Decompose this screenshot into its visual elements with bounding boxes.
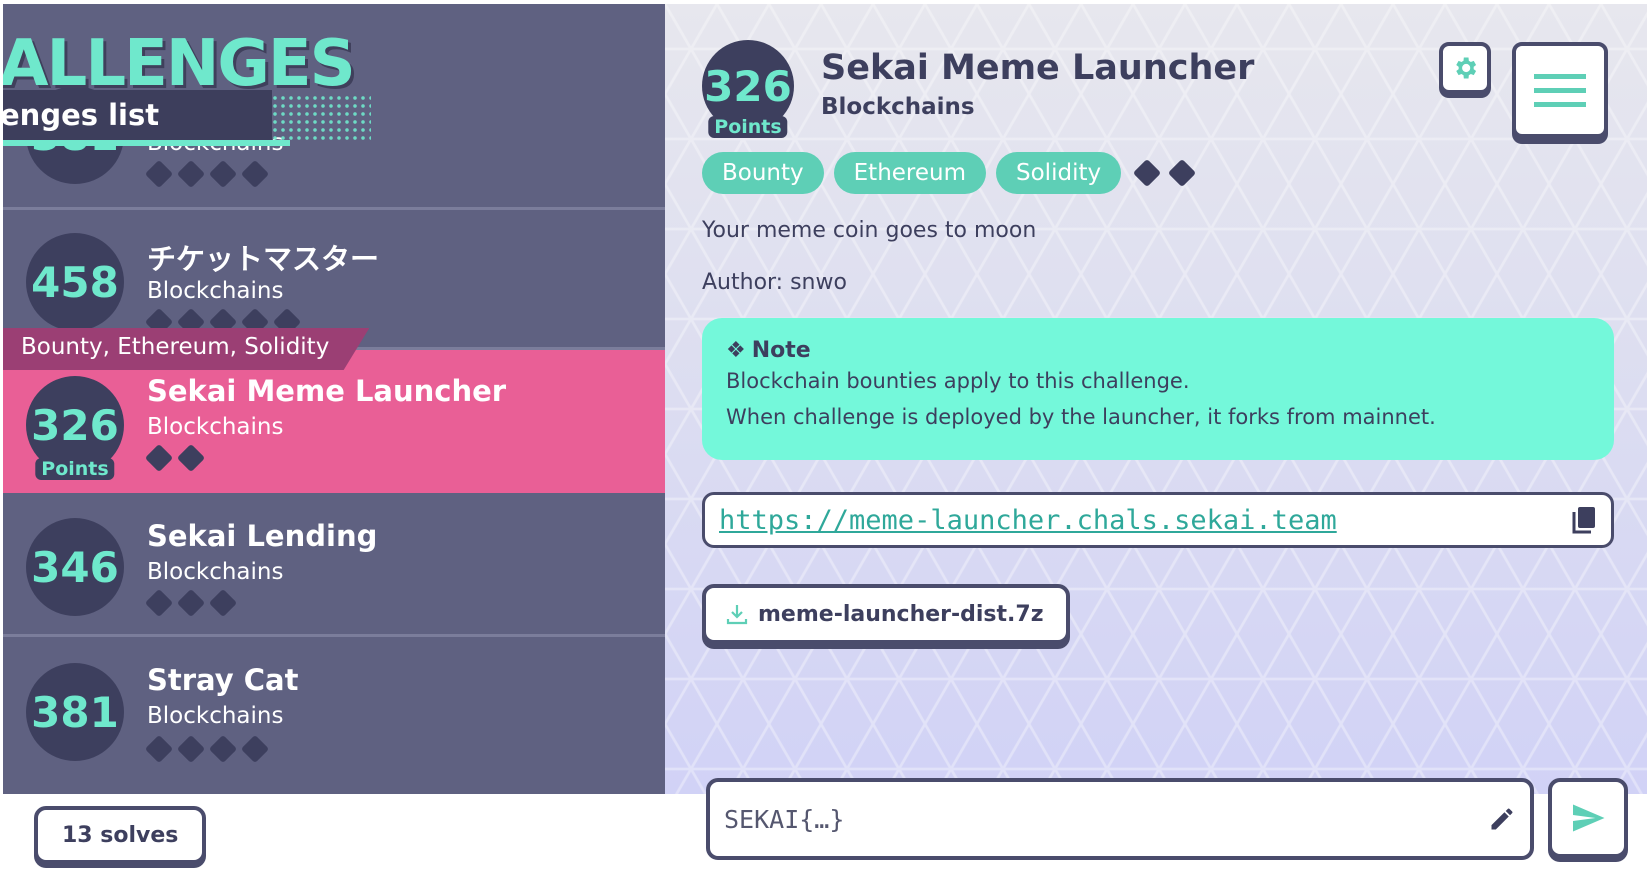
points-value: 381 [31, 687, 119, 737]
decorative-dots [271, 94, 371, 144]
challenge-category: Blockchains [147, 278, 284, 304]
points-circle: 381 [26, 663, 124, 761]
copy-icon [1572, 507, 1595, 534]
points-circle: 326 Points [26, 376, 124, 480]
flag-input[interactable] [724, 804, 1488, 834]
challenge-url-box: https://meme-launcher.chals.sekai.team [702, 492, 1614, 548]
challenge-category: Blockchains [147, 559, 284, 585]
tag-ethereum: Ethereum [833, 152, 987, 194]
difficulty-indicator [144, 588, 239, 618]
detail-title: Sekai Meme Launcher [821, 48, 1255, 88]
page-title: ALLENGES [3, 27, 356, 101]
difficulty-indicator [144, 159, 271, 189]
challenge-author: Author: snwo [702, 270, 847, 295]
detail-points-label: Points [708, 116, 788, 138]
note-line: Blockchain bounties apply to this challe… [726, 369, 1190, 393]
detail-points-value: 326 [704, 61, 792, 111]
challenge-description: Your meme coin goes to moon [702, 218, 1037, 243]
challenge-list-panel: 381 Blockchains ALLENGES enges list 458 … [3, 4, 665, 794]
submit-flag-button[interactable] [1548, 778, 1628, 858]
send-icon [1573, 804, 1605, 832]
points-value: 326 [31, 400, 119, 450]
note-title-text: Note [751, 338, 811, 363]
challenge-name: Stray Cat [147, 663, 299, 697]
challenge-url-link[interactable]: https://meme-launcher.chals.sekai.team [719, 505, 1337, 536]
points-circle: 346 [26, 518, 124, 616]
tag-bounty: Bounty [702, 152, 824, 194]
challenge-row-selected[interactable]: 326 Points Sekai Meme Launcher Blockchai… [3, 350, 665, 493]
challenge-category: Blockchains [147, 414, 284, 440]
difficulty-indicator [144, 443, 207, 473]
points-value: 458 [31, 257, 119, 307]
menu-icon [1534, 74, 1586, 107]
difficulty-indicator [144, 734, 271, 764]
challenge-name: Sekai Lending [147, 519, 378, 553]
copy-button[interactable] [1571, 505, 1597, 535]
points-label: Points [35, 458, 115, 480]
challenge-category: Blockchains [147, 703, 284, 729]
flag-input-box [706, 778, 1534, 860]
settings-button[interactable] [1439, 42, 1491, 94]
points-value: 346 [31, 542, 119, 592]
difficulty-diamond [1167, 158, 1197, 188]
gear-icon [1456, 57, 1477, 79]
page-subtitle: enges list [3, 90, 272, 140]
challenge-name: チケットマスター [147, 242, 380, 276]
tags-tooltip: Bounty, Ethereum, Solidity [3, 328, 370, 370]
challenge-detail-panel: 326 Points Sekai Meme Launcher Blockchai… [665, 4, 1647, 794]
menu-button[interactable] [1512, 42, 1608, 138]
tag-list: Bounty Ethereum Solidity [702, 152, 1201, 194]
challenge-row[interactable]: 381 Stray Cat Blockchains [3, 637, 665, 794]
detail-points-circle: 326 Points [702, 40, 794, 138]
download-filename: meme-launcher-dist.7z [758, 601, 1044, 627]
points-circle: 458 [26, 233, 124, 331]
note-box: ❖ Note Blockchain bounties apply to this… [702, 318, 1614, 460]
download-icon [726, 603, 748, 625]
tag-solidity: Solidity [996, 152, 1122, 194]
pencil-icon [1488, 805, 1516, 833]
detail-category: Blockchains [821, 94, 975, 120]
note-title: ❖ Note [726, 338, 1590, 363]
note-icon: ❖ [726, 338, 746, 363]
solves-button[interactable]: 13 solves [34, 806, 207, 864]
subtitle-underline [3, 140, 290, 146]
challenge-row[interactable]: 346 Sekai Lending Blockchains [3, 493, 665, 637]
difficulty-diamond [1132, 158, 1162, 188]
note-line: When challenge is deployed by the launch… [726, 405, 1436, 429]
challenge-name: Sekai Meme Launcher [147, 374, 507, 408]
download-attachment-button[interactable]: meme-launcher-dist.7z [702, 584, 1070, 644]
